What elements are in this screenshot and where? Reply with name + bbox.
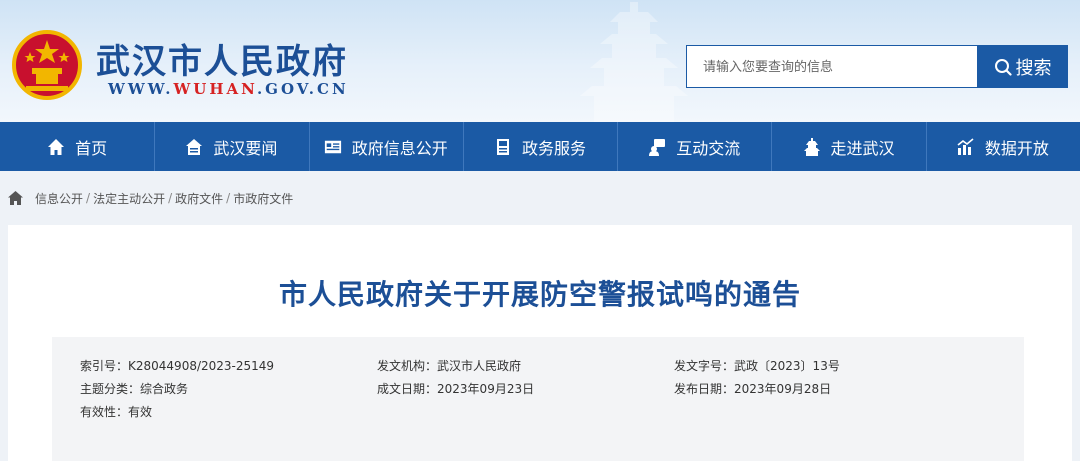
nav-item-interaction[interactable]: 互动交流 [617, 122, 771, 171]
interact-icon [649, 138, 666, 156]
meta-value: 2023年09月28日 [734, 382, 832, 396]
nav-item-wuhan-news[interactable]: 武汉要闻 [154, 122, 308, 171]
nav-item-label: 互动交流 [676, 138, 741, 158]
nav-item-label: 数据开放 [984, 138, 1049, 158]
meta-written-date: 成文日期：2023年09月23日 [377, 380, 534, 397]
meta-value: 有效 [128, 405, 153, 419]
search-button-label: 搜索 [1015, 57, 1052, 79]
meta-label: 有效性： [80, 405, 129, 419]
main-nav: 首页 武汉要闻 政府信息公开 政务服务 互动交流 走进武汉 数据开放 [0, 122, 1080, 171]
meta-doc-number: 发文字号：武政〔2023〕13号 [674, 357, 840, 374]
nav-item-label: 武汉要闻 [213, 138, 278, 158]
info-card-icon [324, 140, 341, 153]
meta-label: 成文日期： [377, 382, 438, 396]
data-chart-icon [957, 137, 974, 155]
document-title: 市人民政府关于开展防空警报试鸣的通告 [278, 278, 801, 311]
meta-label: 主题分类： [80, 382, 141, 396]
meta-validity: 有效性：有效 [80, 403, 152, 420]
meta-label: 索引号： [80, 359, 129, 373]
nav-item-label: 政府信息公开 [351, 138, 448, 158]
meta-category: 主题分类：综合政务 [80, 380, 188, 397]
breadcrumb-separator: / [168, 191, 173, 205]
breadcrumb-link[interactable]: 信息公开 [35, 190, 83, 207]
meta-value: 武政〔2023〕13号 [734, 359, 840, 373]
nav-item-open-data[interactable]: 数据开放 [925, 122, 1080, 171]
meta-value: K28044908/2023-25149 [128, 359, 275, 373]
content-card: 市人民政府关于开展防空警报试鸣的通告 索引号：K28044908/2023-25… [8, 225, 1072, 461]
nav-item-gov-service[interactable]: 政务服务 [462, 122, 617, 171]
nav-item-home[interactable]: 首页 [0, 122, 154, 171]
search-icon [994, 58, 1012, 76]
meta-label: 发布日期： [674, 382, 735, 396]
nav-item-gov-info[interactable]: 政府信息公开 [308, 122, 463, 171]
meta-index: 索引号：K28044908/2023-25149 [80, 357, 274, 374]
site-url-prefix: WWW. [108, 80, 174, 98]
meta-value: 武汉市人民政府 [437, 359, 522, 373]
breadcrumb-link[interactable]: 政府文件 [175, 190, 223, 207]
document-meta-panel: 索引号：K28044908/2023-25149 发文机构：武汉市人民政府 发文… [52, 337, 1024, 461]
home-icon[interactable] [8, 191, 23, 205]
breadcrumb-separator: / [86, 191, 91, 205]
meta-value: 综合政务 [140, 382, 189, 396]
site-url: WWW.WUHAN.GOV.CN [108, 80, 349, 98]
meta-value: 2023年09月23日 [437, 382, 535, 396]
breadcrumb-link[interactable]: 法定主动公开 [93, 190, 165, 207]
nav-item-label: 政务服务 [521, 138, 586, 158]
meta-publish-date: 发布日期：2023年09月28日 [674, 380, 831, 397]
site-url-highlight: WUHAN [173, 80, 257, 98]
nav-item-into-wuhan[interactable]: 走进武汉 [771, 122, 925, 171]
breadcrumb-separator: / [226, 191, 231, 205]
search-box: 搜索 [686, 45, 1068, 88]
search-input[interactable] [686, 45, 977, 88]
news-icon [186, 138, 203, 155]
national-emblem-icon [12, 30, 82, 100]
meta-label: 发文字号： [674, 359, 735, 373]
site-header: 武汉市人民政府 WWW.WUHAN.GOV.CN 搜索 [0, 0, 1080, 122]
site-url-suffix: .GOV.CN [256, 80, 349, 98]
breadcrumb-link[interactable]: 市政府文件 [233, 190, 293, 207]
nav-item-label: 首页 [75, 138, 108, 158]
meta-issuer: 发文机构：武汉市人民政府 [377, 357, 521, 374]
service-icon [496, 138, 509, 155]
home-icon [48, 138, 65, 155]
meta-label: 发文机构： [377, 359, 438, 373]
breadcrumb: 信息公开 / 法定主动公开 / 政府文件 / 市政府文件 [8, 188, 293, 208]
tower-icon [803, 137, 820, 156]
nav-item-label: 走进武汉 [830, 138, 895, 158]
search-button[interactable]: 搜索 [977, 45, 1068, 88]
site-title: 武汉市人民政府 [96, 42, 348, 82]
